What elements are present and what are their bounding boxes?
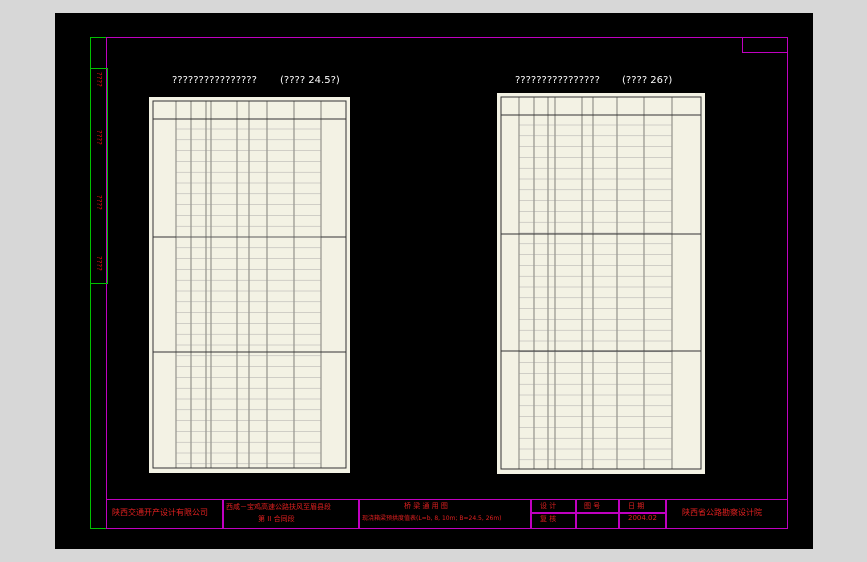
left-table-sheet — [149, 97, 350, 473]
tb-company: 陕西交通开产设计有限公司 — [112, 508, 208, 517]
tb-drawing-no-label: 图 号 — [584, 502, 601, 510]
tb-divider-1 — [222, 499, 224, 529]
tb-review-label: 复 核 — [540, 515, 557, 523]
tb-design-label: 设 计 — [540, 502, 557, 510]
tb-project-line2: 第 II 合同段 — [258, 515, 295, 523]
tb-divider-3 — [530, 499, 532, 529]
tb-drawing-line1: 桥 梁 通 用 图 — [404, 502, 448, 510]
tb-divider-4 — [575, 499, 577, 529]
right-table-grid — [500, 96, 702, 470]
left-table-title: ???????????????? — [172, 75, 257, 86]
corner-box — [742, 37, 788, 53]
left-table-note: (???? 24.5?) — [280, 75, 340, 86]
side-label-1: ???? — [95, 72, 103, 87]
side-label-4: ???? — [95, 256, 103, 271]
tb-drawing-line2: 现浇箱梁预拱度值表(L=b, 8, 10m; B=24.5, 26m) — [362, 515, 502, 522]
side-label-3: ???? — [95, 195, 103, 210]
tb-date-label: 日 期 — [628, 502, 645, 510]
right-table-title: ???????????????? — [515, 75, 600, 86]
tb-date-value: 2004.02 — [628, 514, 657, 522]
right-table-sheet — [497, 93, 705, 474]
tb-divider-5 — [618, 499, 620, 529]
tb-project-line1: 西咸－宝鸡高速公路扶风至眉县段 — [226, 503, 331, 511]
tb-divider-2 — [358, 499, 360, 529]
left-table-grid — [152, 100, 347, 469]
tb-institute: 陕西省公路勘察设计院 — [682, 508, 762, 517]
side-strip — [90, 68, 108, 284]
tb-divider-6 — [665, 499, 667, 529]
side-label-2: ???? — [95, 130, 103, 145]
right-table-note: (???? 26?) — [622, 75, 673, 86]
